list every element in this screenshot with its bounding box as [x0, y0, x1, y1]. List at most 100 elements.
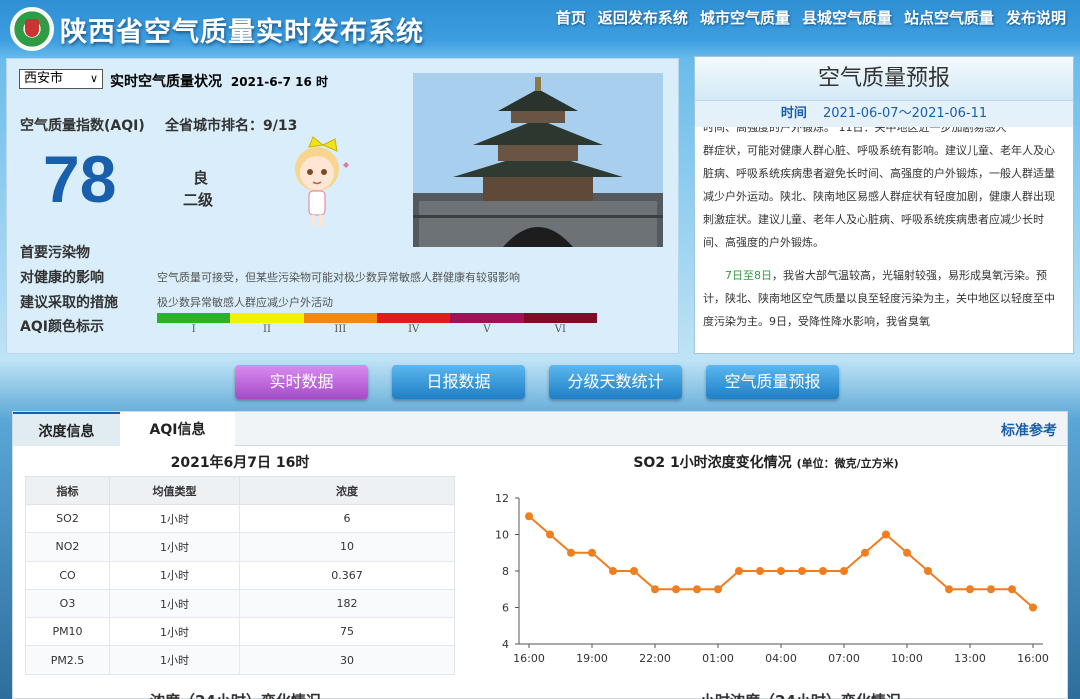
city-select[interactable]: 西安市 ∨: [19, 69, 103, 89]
rank-label: 全省城市排名：9/13: [165, 118, 298, 134]
table-row: CO 1小时 0.367: [25, 560, 455, 590]
table-header-row: 指标 均值类型 浓度: [25, 476, 455, 505]
nav-home[interactable]: 首页: [556, 7, 586, 28]
header: 陕西省空气质量实时发布系统 首页 返回发布系统 城市空气质量 县城空气质量 站点…: [0, 0, 1080, 56]
data-point: [588, 548, 596, 557]
cell-indicator: CO: [25, 560, 110, 590]
data-point: [567, 548, 575, 557]
realtime-data-button[interactable]: 实时数据: [235, 365, 368, 399]
cell-concentration: 10: [239, 532, 455, 562]
aqi-color-label: AQI颜色标示: [20, 319, 104, 335]
x-tick-label: 16:00: [1017, 652, 1049, 665]
aqi-level-2-label: II: [263, 324, 271, 335]
cell-indicator: O3: [25, 588, 110, 619]
cell-avg-type: 1小时: [109, 588, 240, 619]
grade-days-button[interactable]: 分级天数统计: [549, 365, 682, 399]
daily-data-button[interactable]: 日报数据: [392, 365, 525, 399]
realtime-panel: 西安市 ∨ 实时空气质量状况 2021-6-7 16 时 空气质量指数(AQI)…: [6, 58, 679, 354]
realtime-title-text: 实时空气质量状况: [110, 74, 222, 90]
aqi-level: 良: [193, 169, 209, 187]
table-title: 2021年6月7日 16时: [170, 455, 310, 471]
forecast-button[interactable]: 空气质量预报: [706, 365, 839, 399]
table-row: PM10 1小时 75: [25, 617, 455, 647]
data-point: [630, 567, 638, 575]
x-tick-label: 01:00: [702, 652, 734, 665]
nav-city-aq[interactable]: 城市空气质量: [700, 7, 790, 28]
forecast-panel: 空气质量预报 时间 2021-06-07～2021-06-11 时间、高强度的户…: [694, 56, 1074, 354]
x-tick-label: 22:00: [639, 652, 671, 665]
forecast-partial-line: 时间、高强度的户外锻炼。 11日：关中地区近一步加剧易感人: [703, 127, 1007, 134]
y-tick-label: 6: [502, 602, 509, 615]
realtime-title: 实时空气质量状况 2021-6-7 16 时: [110, 71, 328, 91]
cell-avg-type: 1小时: [109, 532, 240, 562]
bottom-cut-title-2: 小时浓度（24小时）变化情况: [700, 690, 901, 699]
aqi-color-bar: [157, 313, 597, 323]
data-point: [819, 567, 827, 575]
site-title: 陕西省空气质量实时发布系统: [60, 17, 424, 48]
cell-indicator: PM10: [25, 617, 110, 647]
cell-avg-type: 1小时: [109, 503, 240, 534]
table-row: NO2 1小时 10: [25, 532, 455, 562]
nav-release-notes[interactable]: 发布说明: [1006, 7, 1066, 28]
aqi-color-1: [157, 313, 231, 323]
advice-text: 极少数异常敏感人群应减少户外活动: [157, 296, 333, 309]
x-tick-label: 19:00: [576, 652, 608, 665]
data-point: [735, 567, 743, 575]
cell-concentration: 0.367: [239, 560, 455, 590]
aqi-level-5-label: V: [483, 324, 491, 335]
data-point: [966, 585, 974, 594]
realtime-time: 2021-6-7 16 时: [230, 75, 328, 89]
aqi-label: 空气质量指数(AQI): [20, 118, 145, 134]
aqi-color-2: [230, 313, 304, 323]
table-row: SO2 1小时 6: [25, 503, 455, 534]
standard-reference-link[interactable]: 标准参考: [1001, 420, 1057, 440]
forecast-para2-lead: 7日至8日: [725, 269, 772, 282]
table-row: O3 1小时 182: [25, 588, 455, 619]
forecast-text[interactable]: 时间、高强度的户外锻炼。 11日：关中地区近一步加剧易感人 群症状，可能对健康人…: [695, 127, 1073, 353]
so2-line-chart: 4 6 8 10 12 16:00 19:00 22:00 01:00 04:00 07:00 10:…: [495, 492, 1049, 665]
y-tick-label: 12: [495, 492, 509, 505]
forecast-paragraph-2: 7日至8日，我省大部气温较高，光辐射较强，易形成臭氧污染。预计，陕北、陕南地区空…: [703, 264, 1065, 333]
x-tick-label: 04:00: [765, 652, 797, 665]
table-row: PM2.5 1小时 30: [25, 645, 455, 675]
concentration-table: 指标 均值类型 浓度 SO2 1小时 6 NO2 1小时 10 CO 1小时 0.367 O…: [25, 476, 455, 675]
primary-pollutant-label: 首要污染物: [20, 245, 90, 261]
cell-concentration: 30: [239, 645, 455, 675]
tab-concentration[interactable]: 浓度信息: [13, 412, 120, 446]
data-point: [546, 530, 554, 539]
bell-tower-photo: [413, 73, 663, 247]
logo-icon: [10, 7, 54, 51]
cell-indicator: PM2.5: [25, 645, 110, 675]
col-concentration: 浓度: [239, 476, 455, 505]
cell-concentration: 6: [239, 503, 455, 534]
tab-bar: 浓度信息 AQI信息 标准参考: [13, 412, 1067, 446]
data-point: [987, 585, 995, 594]
data-point: [609, 567, 617, 575]
nav-station-aq[interactable]: 站点空气质量: [904, 7, 994, 28]
bottom-cut-title-1: 浓度（24小时）变化情况: [150, 690, 321, 699]
cell-concentration: 75: [239, 617, 455, 647]
forecast-time-value: 2021-06-07～2021-06-11: [823, 106, 988, 121]
chart-unit: (单位：微克/立方米): [796, 457, 899, 470]
nav-county-aq[interactable]: 县城空气质量: [802, 7, 892, 28]
y-tick-label: 8: [502, 565, 509, 578]
aqi-level-1-label: I: [191, 324, 196, 335]
data-point: [882, 530, 890, 539]
col-avg-type: 均值类型: [109, 476, 240, 505]
chart-title-text: SO2 1小时浓度变化情况: [633, 455, 792, 471]
aqi-color-labels: I II III IV V VI: [157, 324, 597, 335]
x-tick-label: 07:00: [828, 652, 860, 665]
cell-indicator: NO2: [25, 532, 110, 562]
top-nav: 首页 返回发布系统 城市空气质量 县城空气质量 站点空气质量 发布说明: [556, 7, 1066, 28]
data-point: [714, 585, 722, 594]
aqi-level-6-label: VI: [554, 324, 566, 335]
data-point: [672, 585, 680, 594]
forecast-time: 时间 2021-06-07～2021-06-11: [695, 101, 1073, 127]
tab-aqi[interactable]: AQI信息: [120, 412, 235, 446]
nav-back[interactable]: 返回发布系统: [598, 7, 688, 28]
x-tick-label: 13:00: [954, 652, 986, 665]
aqi-color-5: [450, 313, 524, 323]
series-line: [528, 515, 1034, 609]
data-point: [903, 548, 911, 557]
mascot-icon: [295, 136, 349, 227]
